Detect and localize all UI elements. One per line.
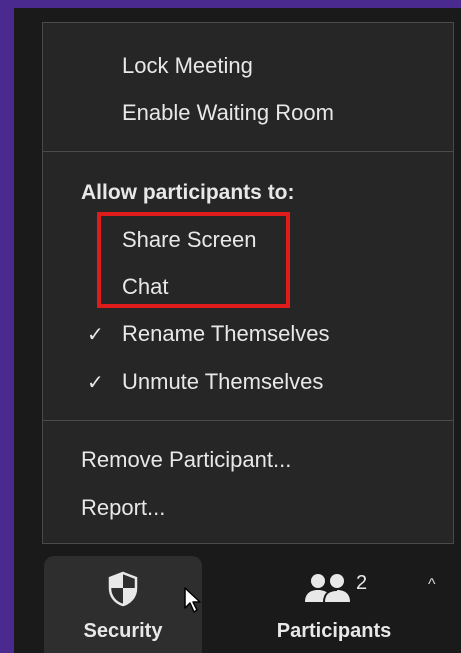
share-screen-item[interactable]: Share Screen xyxy=(43,219,453,261)
lock-meeting-item[interactable]: Lock Meeting xyxy=(43,45,453,87)
meeting-toolbar: Security 2 Participants ^ xyxy=(14,550,461,653)
remove-participant-label: Remove Participant... xyxy=(81,447,292,472)
participants-button[interactable]: 2 Participants xyxy=(254,556,414,653)
mouse-pointer-icon xyxy=(183,586,203,619)
security-menu: Lock Meeting Enable Waiting Room Allow p… xyxy=(42,22,454,544)
remove-participant-item[interactable]: Remove Participant... xyxy=(43,439,453,481)
caret-up-icon[interactable]: ^ xyxy=(428,576,436,594)
rename-themselves-label: Rename Themselves xyxy=(122,321,330,346)
participants-icon: 2 xyxy=(294,570,374,608)
security-button[interactable]: Security xyxy=(44,556,202,653)
enable-waiting-room-label: Enable Waiting Room xyxy=(122,100,334,125)
window-left-edge xyxy=(0,0,14,653)
participants-label: Participants xyxy=(276,620,392,642)
checkmark-icon: ✓ xyxy=(87,371,104,394)
enable-waiting-room-item[interactable]: Enable Waiting Room xyxy=(43,92,453,134)
allow-participants-heading: Allow participants to: xyxy=(81,181,295,204)
checkmark-icon: ✓ xyxy=(87,323,104,346)
participants-count: 2 xyxy=(356,572,368,594)
report-item[interactable]: Report... xyxy=(43,487,453,529)
unmute-themselves-label: Unmute Themselves xyxy=(122,369,324,394)
share-screen-label: Share Screen xyxy=(122,227,257,252)
shield-icon xyxy=(107,570,139,608)
unmute-themselves-item[interactable]: ✓ Unmute Themselves xyxy=(43,361,453,403)
chat-item[interactable]: Chat xyxy=(43,266,453,308)
menu-divider xyxy=(43,151,453,152)
chat-label: Chat xyxy=(122,274,169,299)
menu-divider xyxy=(43,420,453,421)
window-top-edge xyxy=(0,0,461,8)
lock-meeting-label: Lock Meeting xyxy=(122,53,253,78)
report-label: Report... xyxy=(81,495,166,520)
security-label: Security xyxy=(83,620,163,642)
rename-themselves-item[interactable]: ✓ Rename Themselves xyxy=(43,313,453,355)
